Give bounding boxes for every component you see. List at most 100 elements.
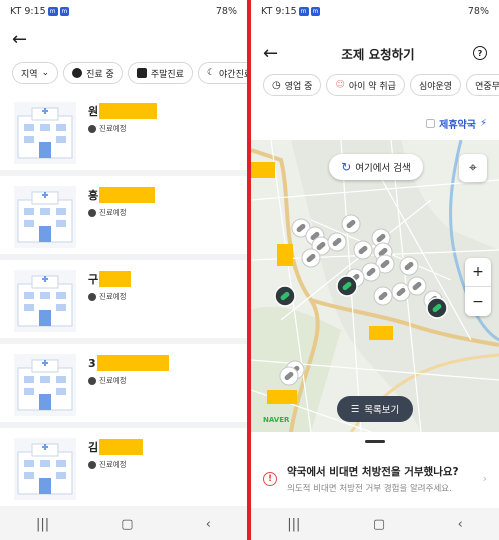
bottom-sheet[interactable]: ! 약국에서 비대면 처방전을 거부했나요? 의도적 비대면 처방전 거부 경험… [251,432,499,508]
pharmacy-pin [391,282,411,302]
lightning-icon: ⚡ [479,118,487,129]
hospital-list: 원 진료예정 흥 진료예정 구 진료예정 3 진료예정 김 진료예정 [0,92,247,512]
status-label: 진료예정 [88,291,131,302]
list-item[interactable]: 구 진료예정 [0,260,247,344]
pharmacy-pin [301,248,321,268]
sheet-subtitle: 의도적 비대면 처방전 거부 경험을 알려주세요. [287,484,452,494]
chip-all-year[interactable]: 연중무휴 [466,74,499,96]
pharmacy-pin [399,256,419,276]
redacted-region [369,326,393,340]
search-here-button[interactable]: ↻ 여기에서 검색 [329,154,423,180]
status-time: KT 9:15 [10,5,46,17]
pharmacy-pin [373,286,393,306]
chip-late-night[interactable]: 심야운영 [409,74,462,96]
notify-icon: m [310,6,321,16]
hospital-icon [14,270,76,332]
hospital-name: 3 [88,354,169,372]
recent-apps-icon[interactable]: ||| [287,517,300,532]
redacted-name [99,187,156,203]
map-view[interactable]: ↻ 여기에서 검색 ⌖ + − ☰ 목록보기 NAVER [251,140,499,432]
redacted-region [267,390,297,404]
status-label: 진료예정 [88,375,169,386]
partner-pharmacy-pin [336,275,358,297]
list-item[interactable]: 흥 진료예정 [0,176,247,260]
hospital-name: 김 [88,438,144,456]
partner-toggle[interactable]: 제휴약국 ⚡ [426,116,487,131]
home-icon[interactable]: ▢ [121,517,133,532]
android-nav-bar: ||| ▢ ‹ [251,508,499,540]
status-time: KT 9:15 [261,5,297,17]
chip-kids-medicine[interactable]: ☺ 아이 약 취급 [326,74,405,96]
hospital-icon [14,354,76,416]
sheet-title: 약국에서 비대면 처방전을 거부했나요? [287,466,459,478]
screenshot-root: KT 9:15 mm 78% ← 지역⌄ 진료 중 주말진료 ☾야간진료 [0,0,499,540]
hospital-name: 원 [88,102,158,120]
redacted-name [99,439,144,455]
notify-icon: m [298,6,309,16]
back-arrow-icon[interactable]: ← [12,29,32,50]
chip-weekend[interactable]: 주말진료 [127,62,193,84]
pharmacy-pin [361,262,381,282]
checkbox-icon[interactable] [426,119,436,128]
back-nav-icon[interactable]: ‹ [458,517,463,532]
pharmacy-pin [327,232,347,252]
status-label: 진료예정 [88,207,155,218]
clock-icon: ◷ [272,79,281,91]
redacted-region [251,162,275,178]
left-phone: KT 9:15 mm 78% ← 지역⌄ 진료 중 주말진료 ☾야간진료 [0,0,247,540]
list-item[interactable]: 김 진료예정 [0,428,247,512]
android-nav-bar: ||| ▢ ‹ [0,508,247,540]
chip-open[interactable]: ◷ 영업 중 [263,74,322,96]
zoom-out-icon[interactable]: − [472,287,484,316]
chip-region[interactable]: 지역 ⌄ [12,62,59,84]
filter-chips: 지역⌄ 진료 중 주말진료 ☾야간진료 [0,62,247,84]
my-location-button[interactable]: ⌖ [459,154,487,182]
back-nav-icon[interactable]: ‹ [206,517,211,532]
clock-icon [88,376,96,385]
chip-open[interactable]: 진료 중 [63,62,123,84]
status-label: 진료예정 [88,123,157,134]
battery-text: 78% [215,5,237,17]
list-view-button[interactable]: ☰ 목록보기 [337,396,413,422]
clock-icon [88,292,96,301]
naver-logo: NAVER [263,416,290,424]
partner-pharmacy-pin [426,297,448,319]
chevron-right-icon[interactable]: › [483,472,487,485]
recent-apps-icon[interactable]: ||| [36,517,49,532]
pharmacy-pin [279,366,299,386]
list-icon: ☰ [350,403,360,415]
crosshair-icon: ⌖ [469,160,477,176]
clock-icon [72,68,83,78]
home-icon[interactable]: ▢ [373,517,385,532]
warning-icon: ! [263,472,277,486]
sheet-handle[interactable] [365,440,385,443]
zoom-in-icon[interactable]: + [465,258,491,287]
right-phone: KT 9:15 mm 78% ← 조제 요청하기 ? ◷ 영업 중 ☺ 아이 약 취… [251,0,499,540]
redacted-name [96,355,169,371]
clock-icon [88,124,96,133]
list-item[interactable]: 원 진료예정 [0,92,247,176]
moon-icon: ☾ [206,68,216,78]
hospital-icon [14,438,76,500]
baby-icon: ☺ [335,80,345,90]
top-nav: ← [0,22,247,56]
calendar-icon [136,68,147,78]
zoom-controls: + − [465,258,491,316]
help-icon[interactable]: ? [473,46,487,60]
status-label: 진료예정 [88,459,143,470]
page-title: 조제 요청하기 [341,46,415,62]
notify-icon: m [47,6,58,16]
notify-icon: m [59,6,70,16]
list-item[interactable]: 3 진료예정 [0,344,247,428]
clock-icon [88,208,96,217]
status-bar: KT 9:15 mm 78% [0,0,247,22]
refresh-icon: ↻ [341,160,352,174]
back-arrow-icon[interactable]: ← [263,43,283,64]
filter-chips: ◷영업 중 ☺아이 약 취급 심야운영 연중무휴 [251,74,499,96]
map-canvas [251,140,499,432]
redacted-region [277,244,293,266]
pharmacy-pin [407,276,427,296]
chip-night[interactable]: ☾야간진료 [197,62,247,84]
hospital-icon [14,102,76,164]
pharmacy-pin [341,214,361,234]
